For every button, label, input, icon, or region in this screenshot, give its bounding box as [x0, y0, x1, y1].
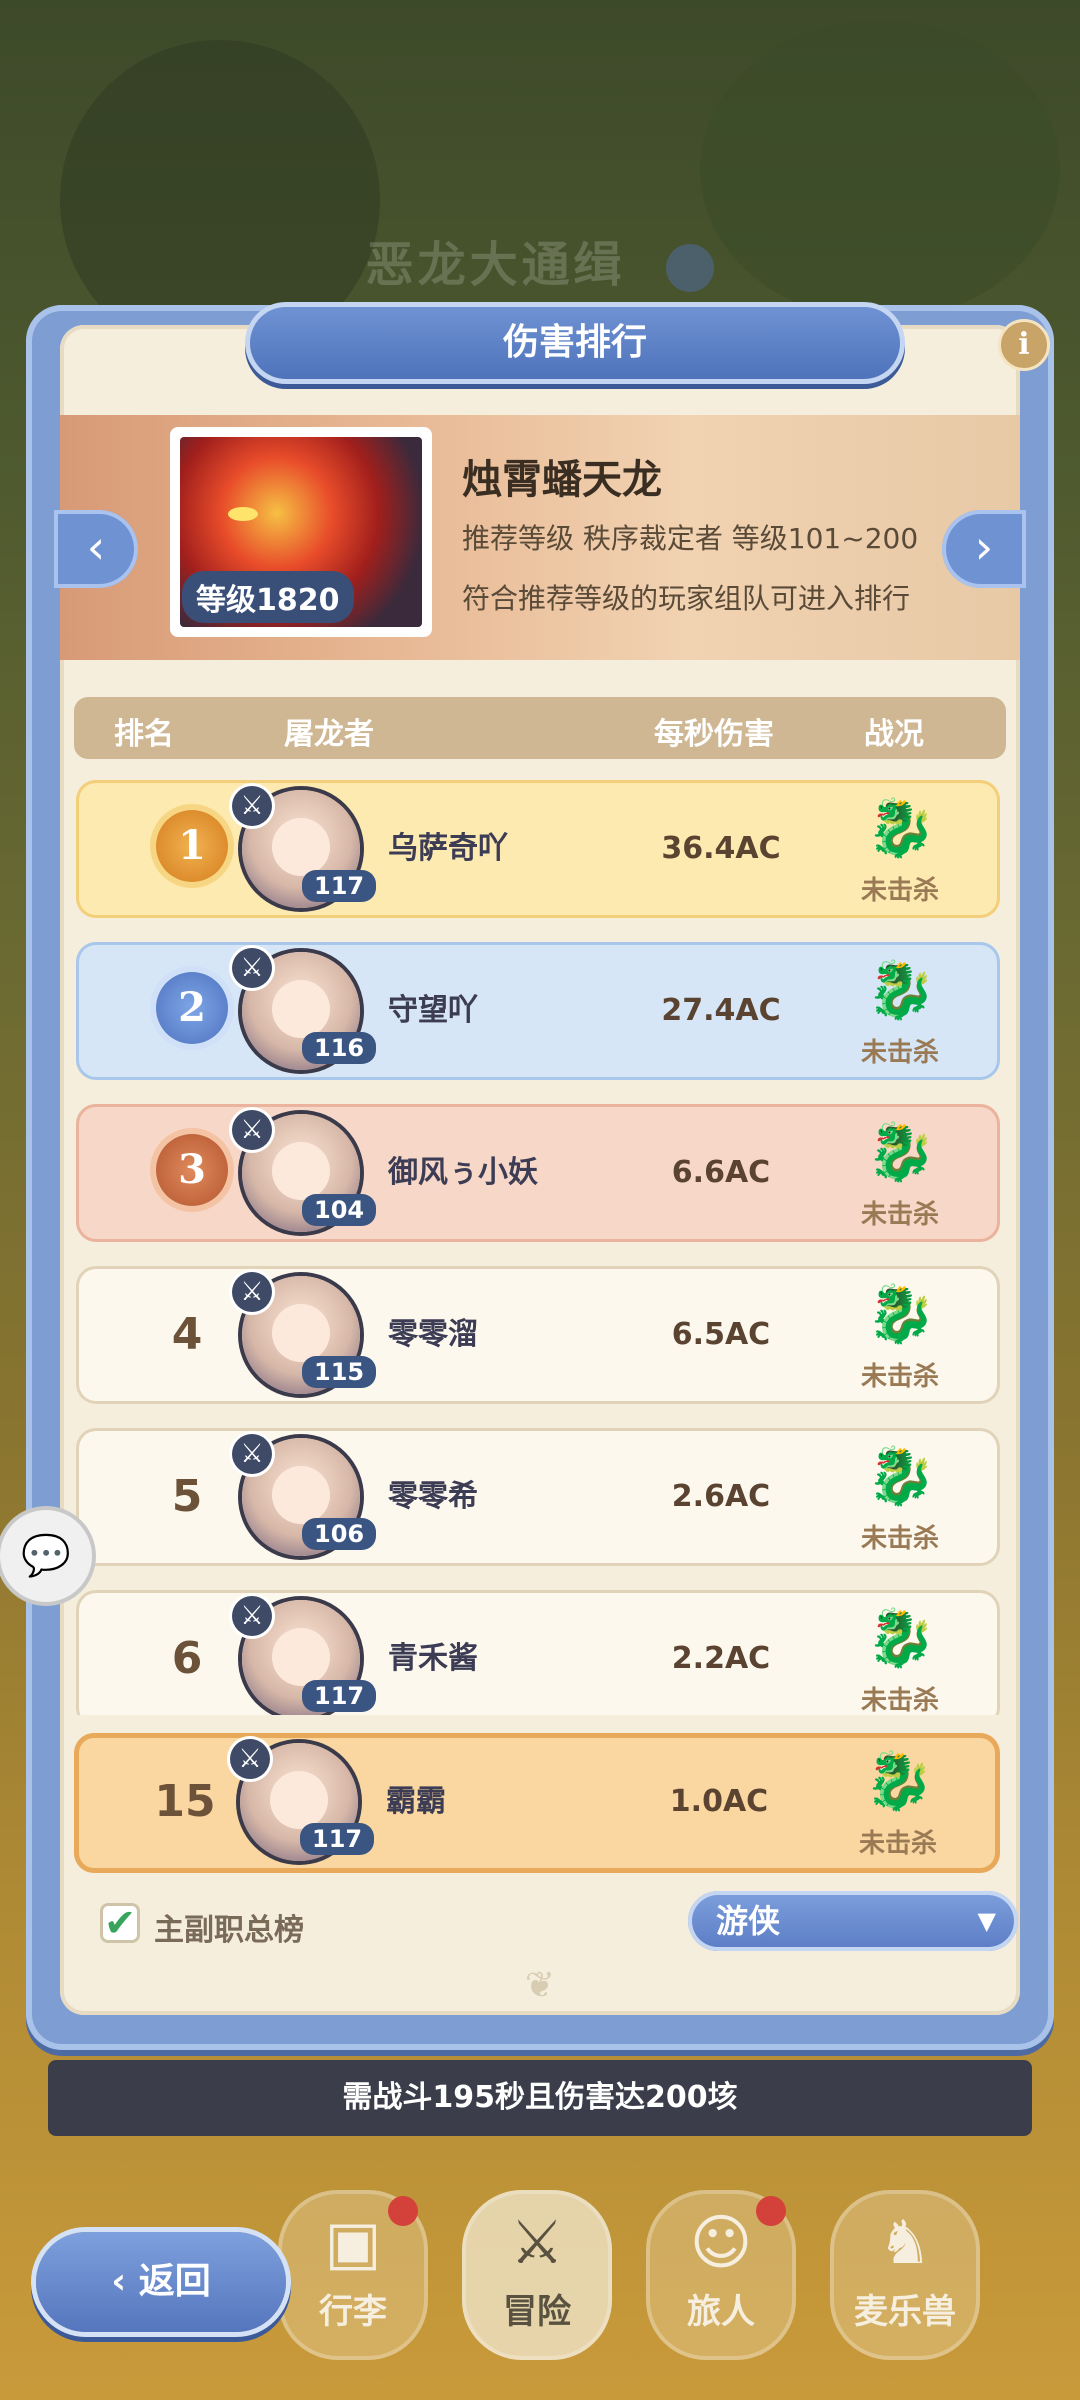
job-icon: ⚔ [232, 786, 272, 826]
dragon-icon: 🐉 [866, 1444, 936, 1509]
player-name: 青禾酱 [388, 1641, 478, 1676]
next-boss-button[interactable]: › [942, 510, 1026, 588]
ranking-list[interactable]: 1 ⚔ 117 乌萨奇吖 36.4AC 🐉 未击杀 2 ⚔ 116 守望吖 27… [74, 780, 1006, 1715]
player-dps: 2.2AC [671, 1641, 771, 1676]
player-level: 104 [302, 1194, 377, 1226]
ranking-table-header: 排名 屠龙者 每秒伤害 战况 [74, 697, 1006, 759]
silver-medal-icon: 2 [156, 972, 228, 1044]
kill-status: 未击杀 [860, 876, 939, 906]
gold-medal-icon: 1 [156, 810, 228, 882]
boss-note: 符合推荐等级的玩家组队可进入排行 [462, 582, 911, 615]
back-arrow-icon: ‹ [111, 2261, 127, 2302]
player-level: 117 [302, 1680, 377, 1712]
boss-recommendation: 推荐等级 秩序裁定者 等级101~200 [462, 522, 919, 555]
all-jobs-checkbox[interactable]: ✔ [100, 1903, 140, 1943]
header-dps: 每秒伤害 [654, 717, 774, 752]
fox-icon: ♞ [878, 2208, 932, 2278]
job-icon: ⚔ [232, 1110, 272, 1150]
player-name: 御风ぅ小妖 [388, 1155, 538, 1190]
rank-number: 4 [171, 1309, 203, 1360]
header-slayer: 屠龙者 [284, 717, 374, 752]
tab-label: 麦乐兽 [854, 2292, 956, 2332]
ranking-row[interactable]: 4 ⚔ 115 零零溜 6.5AC 🐉 未击杀 [76, 1266, 1000, 1404]
my-level: 117 [300, 1823, 375, 1855]
back-label: 返回 [138, 2261, 211, 2302]
job-icon: ⚔ [232, 1434, 272, 1474]
panel-title: 伤害排行 i [250, 307, 1050, 379]
header-rank: 排名 [114, 717, 174, 752]
tab-label: 旅人 [687, 2292, 755, 2332]
kill-status: 未击杀 [860, 1200, 939, 1230]
my-dps: 1.0AC [669, 1784, 769, 1819]
rank-number: 6 [171, 1633, 203, 1684]
crossed-swords-icon: ⚔ [510, 2208, 564, 2278]
damage-ranking-panel: 伤害排行 i ‹ 等级1820 烛霄蟠天龙 推荐等级 秩序裁定者 等级101~2… [26, 305, 1054, 2050]
job-icon: ⚔ [232, 948, 272, 988]
job-icon: ⚔ [232, 1596, 272, 1636]
tab-traveler[interactable]: ☺ 旅人 [646, 2190, 796, 2360]
tab-pets[interactable]: ♞ 麦乐兽 [830, 2190, 980, 2360]
player-level: 116 [302, 1032, 377, 1064]
player-dps: 36.4AC [661, 831, 781, 866]
my-kill-status: 未击杀 [858, 1829, 937, 1859]
player-dps: 6.6AC [671, 1155, 771, 1190]
requirement-text: 需战斗195秒且伤害达200垓 [48, 2060, 1032, 2136]
player-dps: 6.5AC [671, 1317, 771, 1352]
ranking-row[interactable]: 3 ⚔ 104 御风ぅ小妖 6.6AC 🐉 未击杀 [76, 1104, 1000, 1242]
player-name: 零零希 [388, 1479, 478, 1514]
kill-status: 未击杀 [860, 1362, 939, 1392]
class-dropdown-value: 游侠 [716, 1902, 781, 1940]
player-name: 乌萨奇吖 [388, 831, 508, 866]
info-icon[interactable]: i [998, 319, 1050, 371]
ranking-row[interactable]: 2 ⚔ 116 守望吖 27.4AC 🐉 未击杀 [76, 942, 1000, 1080]
prev-boss-button[interactable]: ‹ [54, 510, 138, 588]
ornament-decoration: ❦ [524, 1965, 556, 2006]
notification-dot [756, 2196, 786, 2226]
player-level: 106 [302, 1518, 377, 1550]
dragon-icon: 🐉 [864, 1749, 934, 1814]
chevron-down-icon: ▼ [977, 1907, 996, 1935]
dragon-icon: 🐉 [866, 958, 936, 1023]
dragon-icon: 🐉 [866, 1282, 936, 1347]
my-ranking-row[interactable]: 15 ⚔ 117 霸霸 1.0AC 🐉 未击杀 [74, 1733, 1000, 1873]
ranking-row[interactable]: 5 ⚔ 106 零零希 2.6AC 🐉 未击杀 [76, 1428, 1000, 1566]
kill-status: 未击杀 [860, 1686, 939, 1715]
panel-content: 伤害排行 i ‹ 等级1820 烛霄蟠天龙 推荐等级 秩序裁定者 等级101~2… [54, 307, 1050, 2015]
bronze-medal-icon: 3 [156, 1134, 228, 1206]
tab-adventure[interactable]: ⚔ 冒险 [462, 2190, 612, 2360]
boss-level-badge: 等级1820 [182, 571, 354, 623]
kill-status: 未击杀 [860, 1038, 939, 1068]
class-dropdown[interactable]: 游侠 ▼ [688, 1891, 1018, 1951]
event-title: 恶龙大通缉 [0, 225, 1080, 295]
ranking-row[interactable]: 1 ⚔ 117 乌萨奇吖 36.4AC 🐉 未击杀 [76, 780, 1000, 918]
my-rank-number: 15 [154, 1776, 216, 1827]
player-dps: 2.6AC [671, 1479, 771, 1514]
ranking-row[interactable]: 6 ⚔ 117 青禾酱 2.2AC 🐉 未击杀 [76, 1590, 1000, 1715]
player-name: 守望吖 [388, 993, 478, 1028]
kill-status: 未击杀 [860, 1524, 939, 1554]
dragon-icon: 🐉 [866, 796, 936, 861]
dragon-icon: 🐉 [866, 1606, 936, 1671]
boss-portrait: 等级1820 [170, 427, 432, 637]
player-level: 115 [302, 1356, 377, 1388]
my-name: 霸霸 [386, 1784, 446, 1819]
tab-label: 冒险 [503, 2292, 571, 2332]
player-level: 117 [302, 870, 377, 902]
header-status: 战况 [864, 717, 924, 752]
boss-name: 烛霄蟠天龙 [462, 457, 662, 503]
notification-dot [388, 2196, 418, 2226]
dragon-icon: 🐉 [866, 1120, 936, 1185]
boss-banner: ‹ 等级1820 烛霄蟠天龙 推荐等级 秩序裁定者 等级101~200 符合推荐… [54, 415, 1026, 660]
tab-luggage[interactable]: ▣ 行李 [278, 2190, 428, 2360]
job-icon: ⚔ [232, 1272, 272, 1312]
tab-label: 行李 [319, 2292, 387, 2332]
job-icon: ⚔ [230, 1739, 270, 1779]
player-dps: 27.4AC [661, 993, 781, 1028]
chat-icon[interactable]: 💬 [0, 1510, 92, 1602]
all-jobs-label: 主副职总榜 [154, 1913, 304, 1948]
back-button[interactable]: ‹ 返回 [36, 2232, 286, 2332]
rank-number: 5 [171, 1471, 203, 1522]
event-badge [666, 244, 715, 292]
player-name: 零零溜 [388, 1317, 478, 1352]
